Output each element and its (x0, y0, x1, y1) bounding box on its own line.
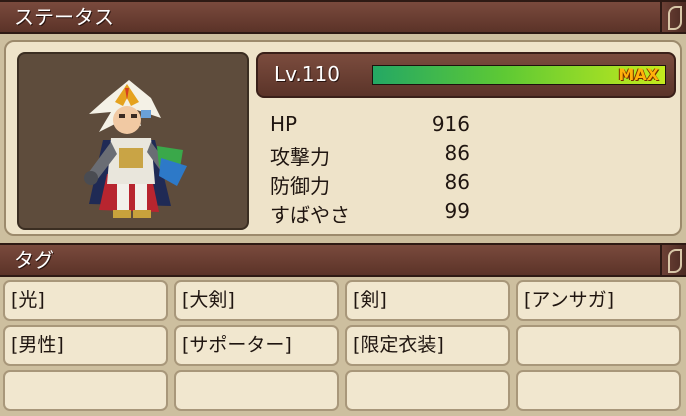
stat-value: 86 (444, 170, 470, 194)
stat-row-attack: 攻撃力 86 (270, 139, 470, 169)
stat-label: 攻撃力 (270, 145, 330, 169)
scroll-ornament-icon (660, 2, 686, 32)
scroll-ornament-icon (660, 245, 686, 275)
stat-value: 916 (431, 112, 470, 136)
stat-label: HP (270, 112, 298, 136)
tag-cell: [光] (3, 280, 168, 321)
tags-header: タグ (0, 243, 686, 277)
tag-cell: [サポーター] (174, 325, 339, 366)
tag-cell: [男性] (3, 325, 168, 366)
character-portrait (17, 52, 249, 230)
level-progress-bar: MAX (372, 65, 666, 85)
stat-value: 99 (444, 199, 470, 223)
level-label: Lv.110 (274, 62, 340, 86)
stats-list: HP 916 攻撃力 86 防御力 86 すばやさ 99 (270, 110, 470, 227)
tag-cell (516, 370, 681, 411)
status-header-title: ステータス (14, 5, 114, 29)
status-panel: Lv.110 MAX HP 916 攻撃力 86 防御力 86 すばやさ 99 (4, 40, 682, 236)
status-header: ステータス (0, 0, 686, 34)
tag-cell (174, 370, 339, 411)
level-box: Lv.110 MAX (256, 52, 676, 98)
stat-label: 防御力 (270, 174, 330, 198)
tag-cell: [大剣] (174, 280, 339, 321)
max-badge: MAX (618, 65, 659, 84)
tag-cell: [アンサガ] (516, 280, 681, 321)
tags-header-title: タグ (14, 248, 54, 272)
stat-value: 86 (444, 141, 470, 165)
tag-cell (3, 370, 168, 411)
character-sprite-icon (84, 80, 187, 218)
stat-label: すばやさ (270, 203, 350, 227)
tag-cell: [限定衣装] (345, 325, 510, 366)
tag-cell (516, 325, 681, 366)
stat-row-speed: すばやさ 99 (270, 197, 470, 227)
tag-cell: [剣] (345, 280, 510, 321)
tag-grid: [光] [大剣] [剣] [アンサガ] [男性] [サポーター] [限定衣装] (3, 280, 683, 414)
tag-cell (345, 370, 510, 411)
stat-row-hp: HP 916 (270, 110, 470, 139)
stat-row-defense: 防御力 86 (270, 168, 470, 198)
